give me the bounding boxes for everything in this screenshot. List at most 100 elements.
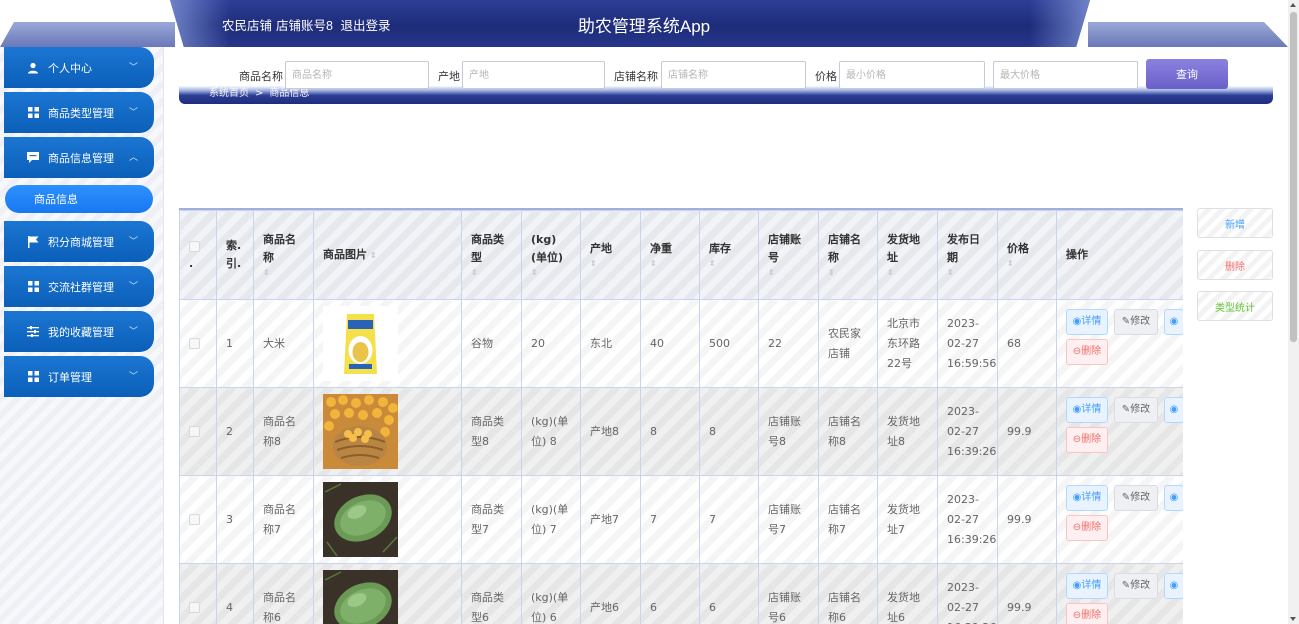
- eye-icon: ◉: [1072, 579, 1082, 591]
- sort-icon[interactable]: ⇕: [1007, 258, 1047, 270]
- sidebar-item-community[interactable]: 交流社群管理 ﹀: [4, 266, 154, 307]
- table-row: 1 大米 谷物 20 东北 40 500 22 农民家店铺 北京市东环路22号 …: [179, 299, 1183, 388]
- search-min-price-input[interactable]: [839, 61, 985, 89]
- row-delete-button[interactable]: ⊖ 删除: [1066, 426, 1108, 453]
- eye-icon: ◉: [1072, 403, 1082, 415]
- search-origin-input[interactable]: [462, 61, 605, 89]
- header-select-all[interactable]: .: [179, 210, 217, 300]
- detail-button[interactable]: ◉ 详情: [1066, 572, 1108, 599]
- edit-button[interactable]: ✎ 修改: [1114, 396, 1158, 423]
- sidebar-item-orders[interactable]: 订单管理 ﹀: [4, 356, 154, 397]
- header-shop-name[interactable]: 店铺名称 ⇕: [818, 210, 878, 300]
- row-price: 99.9: [997, 475, 1057, 564]
- row-delete-button[interactable]: ⊖ 删除: [1066, 602, 1108, 624]
- row-select-cell[interactable]: [179, 299, 217, 388]
- edit-button[interactable]: ✎ 修改: [1114, 308, 1158, 335]
- sort-icon[interactable]: ⇕: [590, 258, 631, 270]
- header-shop-account[interactable]: 店铺账号 ⇕: [758, 210, 819, 300]
- row-index: 3: [216, 475, 254, 564]
- header-date[interactable]: 发布日期 ⇕: [937, 210, 998, 300]
- row-checkbox[interactable]: [189, 426, 200, 437]
- delete-circle-icon: ⊖: [1072, 521, 1082, 533]
- detail-button[interactable]: ◉ 详情: [1066, 484, 1108, 511]
- sort-icon[interactable]: ⇕: [650, 258, 690, 270]
- edit-button[interactable]: ✎ 修改: [1114, 572, 1158, 599]
- type-stats-button[interactable]: 类型统计: [1197, 291, 1273, 321]
- row-ops: ◉ 详情 ✎ 修改 ◉ ⊖ 删除: [1056, 563, 1183, 624]
- chat-icon: [26, 151, 40, 165]
- row-checkbox[interactable]: [189, 602, 200, 613]
- more-button[interactable]: ◉: [1164, 572, 1183, 599]
- header-shop-account-text: 店铺账号: [768, 233, 801, 264]
- row-checkbox[interactable]: [189, 514, 200, 525]
- product-image: [323, 482, 398, 557]
- product-table: . 索.引. 商品名称 ⇕ 商品图片 ⇕ 商品类型 ⇕ (kg)(单位) ⇕ 产地 ⇕ 净…: [179, 208, 1183, 624]
- query-button[interactable]: 查询: [1146, 59, 1228, 89]
- search-max-price-input[interactable]: [993, 61, 1138, 89]
- sidebar-subitem-product-info[interactable]: 商品信息: [5, 185, 153, 213]
- grid-icon: [26, 370, 40, 384]
- sliders-icon: [26, 325, 40, 339]
- row-ops-group: ◉ 详情 ✎ 修改 ◉ ⊖ 删除: [1066, 484, 1183, 555]
- header-type[interactable]: 商品类型 ⇕: [461, 210, 522, 300]
- scroll-up-icon[interactable]: [1290, 3, 1296, 7]
- header-price[interactable]: 价格 ⇕: [997, 210, 1057, 300]
- header-name[interactable]: 商品名称 ⇕: [253, 210, 314, 300]
- breadcrumb-home[interactable]: 系统首页: [209, 88, 249, 99]
- header-image[interactable]: 商品图片 ⇕: [313, 210, 462, 300]
- header-origin[interactable]: 产地 ⇕: [580, 210, 641, 300]
- scroll-down-icon[interactable]: [1290, 617, 1296, 621]
- sort-icon[interactable]: ⇕: [370, 251, 377, 260]
- row-select-cell[interactable]: [179, 387, 217, 476]
- add-button[interactable]: 新增: [1197, 208, 1273, 238]
- more-button[interactable]: ◉: [1164, 308, 1183, 335]
- row-name: 商品名称8: [253, 387, 314, 476]
- sidebar-item-product-info[interactable]: 商品信息管理 ︿: [4, 137, 154, 178]
- sort-icon[interactable]: ⇕: [768, 267, 809, 279]
- header-weight[interactable]: 净重 ⇕: [640, 210, 700, 300]
- sort-icon[interactable]: ⇕: [947, 267, 988, 279]
- detail-button[interactable]: ◉ 详情: [1066, 396, 1108, 423]
- sidebar-item-personal-center[interactable]: 个人中心 ﹀: [4, 47, 154, 88]
- row-select-cell[interactable]: [179, 563, 217, 624]
- row-select-cell[interactable]: [179, 475, 217, 564]
- more-button[interactable]: ◉: [1164, 484, 1183, 511]
- sort-icon[interactable]: ⇕: [531, 267, 571, 279]
- eye-icon: ◉: [1169, 403, 1179, 415]
- sidebar-item-favorites[interactable]: 我的收藏管理 ﹀: [4, 311, 154, 352]
- more-button[interactable]: ◉: [1164, 396, 1183, 423]
- sidebar-item-product-type[interactable]: 商品类型管理 ﹀: [4, 92, 154, 133]
- header-unit[interactable]: (kg)(单位) ⇕: [521, 210, 581, 300]
- row-address: 发货地址7: [877, 475, 938, 564]
- edit-label: 修改: [1130, 491, 1151, 503]
- sort-icon[interactable]: ⇕: [263, 267, 304, 279]
- select-all-checkbox[interactable]: [189, 240, 200, 252]
- row-price: 99.9: [997, 563, 1057, 624]
- header-stock[interactable]: 库存 ⇕: [699, 210, 759, 300]
- delete-circle-icon: ⊖: [1072, 609, 1082, 621]
- detail-button[interactable]: ◉ 详情: [1066, 308, 1108, 335]
- scrollbar-thumb[interactable]: [1290, 12, 1297, 342]
- header-ops: 操作: [1056, 210, 1183, 300]
- sidebar-item-label: 商品类型管理: [48, 106, 114, 120]
- header-address[interactable]: 发货地址 ⇕: [877, 210, 938, 300]
- delete-button[interactable]: 删除: [1197, 250, 1273, 280]
- row-delete-button[interactable]: ⊖ 删除: [1066, 514, 1108, 541]
- header-shop-name-text: 店铺名称: [828, 233, 861, 264]
- sort-icon[interactable]: ⇕: [709, 258, 749, 270]
- header-address-text: 发货地址: [887, 233, 920, 264]
- row-shop-account: 店铺账号8: [758, 387, 819, 476]
- row-delete-label: 删除: [1081, 345, 1102, 357]
- edit-button[interactable]: ✎ 修改: [1114, 484, 1158, 511]
- sidebar-item-points-mall[interactable]: 积分商城管理 ﹀: [4, 221, 154, 262]
- row-delete-button[interactable]: ⊖ 删除: [1066, 338, 1108, 365]
- sort-icon[interactable]: ⇕: [471, 267, 512, 279]
- row-checkbox[interactable]: [189, 338, 200, 349]
- search-shop-input[interactable]: [661, 61, 806, 89]
- detail-label: 详情: [1081, 403, 1102, 415]
- sort-icon[interactable]: ⇕: [828, 267, 868, 279]
- row-index: 1: [216, 299, 254, 388]
- sort-icon[interactable]: ⇕: [887, 267, 928, 279]
- search-name-input[interactable]: [285, 61, 429, 89]
- vertical-scrollbar[interactable]: [1288, 0, 1299, 624]
